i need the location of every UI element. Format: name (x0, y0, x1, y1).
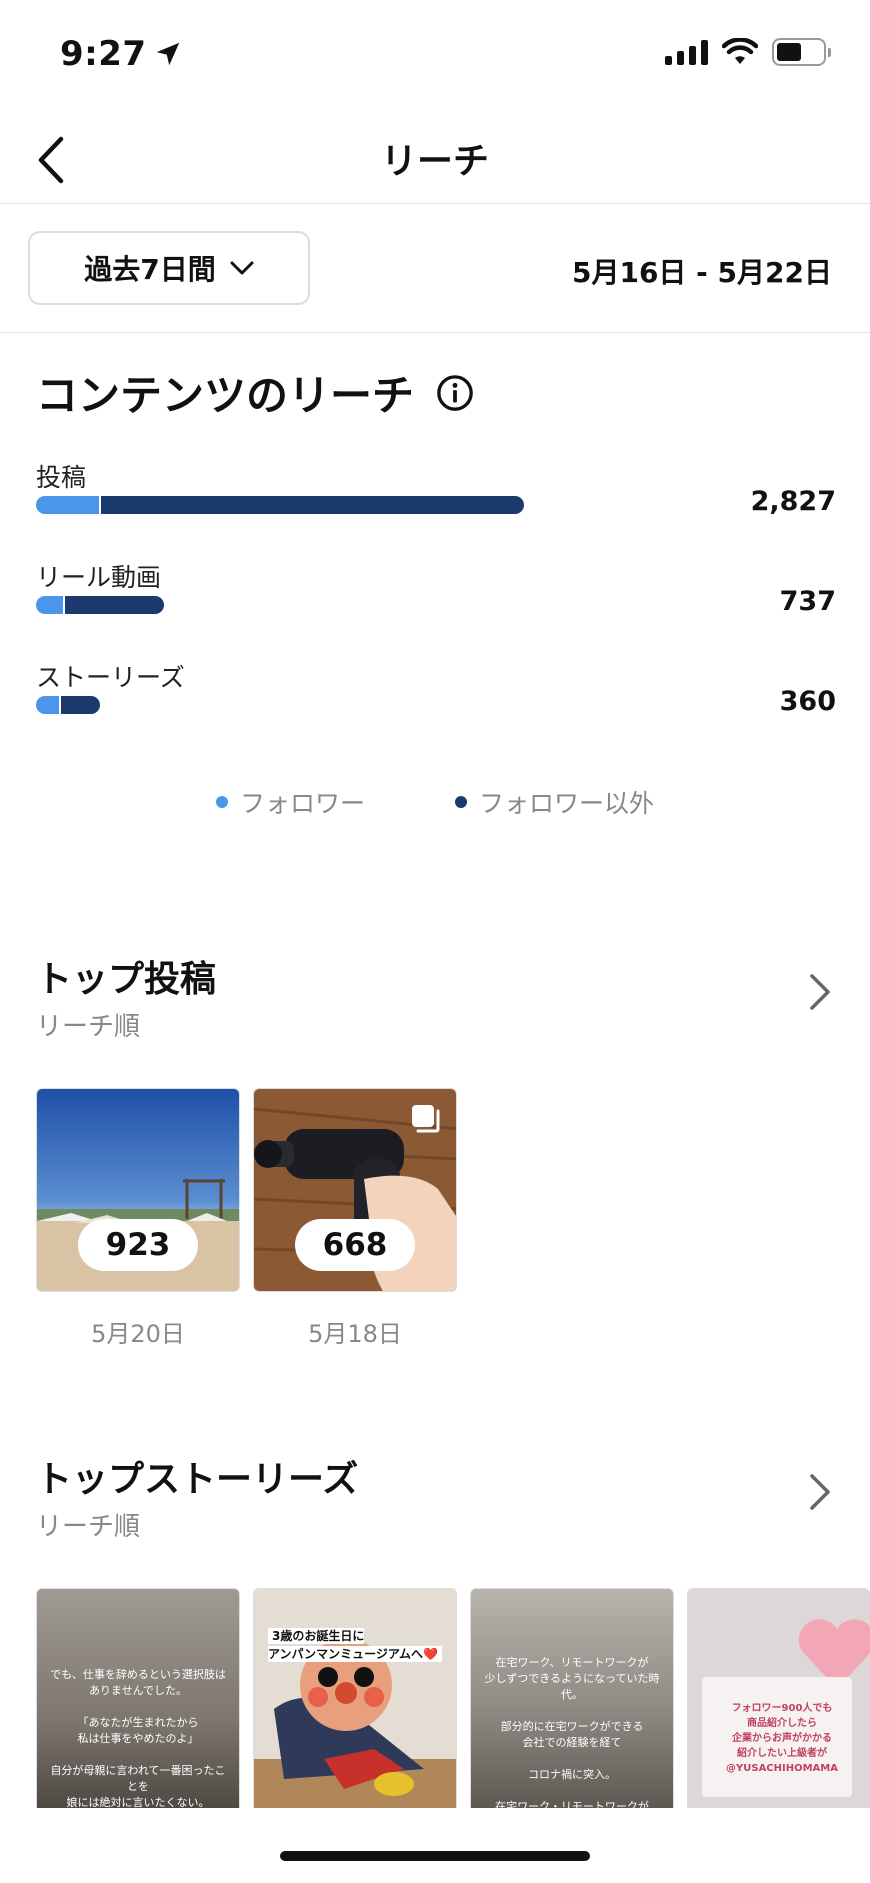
reach-bar-followers (36, 696, 59, 714)
cellular-signal-icon (665, 39, 708, 65)
reach-bar-followers (36, 596, 63, 614)
home-indicator (280, 1851, 590, 1861)
top-story-thumbnail[interactable]: フォロワー900人でも 商品紹介したら 企業からお声がかかる 紹介したい上級者が… (687, 1588, 870, 1808)
reach-legend: フォロワー フォロワー以外 (0, 784, 870, 820)
reach-bar (36, 696, 100, 714)
status-time: 9:27 (60, 34, 183, 74)
reach-value: 360 (779, 686, 836, 717)
status-icons (665, 38, 831, 66)
top-stories-subtitle: リーチ順 (36, 1512, 141, 1542)
story-text: フォロワー900人でも 商品紹介したら 企業からお声がかかる 紹介したい上級者が… (726, 1703, 838, 1774)
reach-bar-non-followers (61, 696, 100, 714)
wifi-icon (722, 38, 758, 64)
top-post-thumbnail[interactable]: 668 (253, 1088, 457, 1292)
top-stories-header[interactable]: トップストーリーズ リーチ順 (36, 1450, 836, 1542)
battery-icon (772, 38, 831, 66)
reach-row-posts[interactable]: 投稿 2,827 (36, 458, 836, 538)
reach-row-reels[interactable]: リール動画 737 (36, 558, 836, 638)
top-posts-header[interactable]: トップ投稿 リーチ順 (36, 950, 836, 1042)
reach-label: 投稿 (36, 463, 87, 492)
top-post-thumbnail[interactable]: 923 (36, 1088, 240, 1292)
reach-value: 737 (779, 586, 836, 617)
reach-bar-non-followers (101, 496, 524, 514)
chevron-down-icon (230, 261, 254, 275)
legend-item-followers: フォロワー (215, 784, 365, 820)
top-story-thumbnail[interactable]: 在宅ワーク、リモートワークが 少しずつできるようになっていた時代。 部分的に在宅… (470, 1588, 674, 1808)
page-title: リーチ (380, 141, 489, 182)
reach-bar-followers (36, 496, 99, 514)
top-posts-subtitle: リーチ順 (36, 1012, 141, 1042)
legend-label: フォロワー以外 (479, 789, 655, 818)
story-text: 在宅ワーク、リモートワークが 少しずつできるようになっていた時代。 部分的に在宅… (484, 1656, 660, 1808)
date-range-row: 過去7日間 5月16日 - 5月22日 (0, 205, 870, 333)
story-text: でも、仕事を辞めるという選択肢は ありませんでした。 「あなたが生まれたから 私… (50, 1668, 226, 1808)
reach-label: リール動画 (36, 563, 162, 592)
reach-count-badge: 923 (78, 1219, 198, 1271)
reach-bar (36, 596, 164, 614)
info-icon[interactable] (436, 374, 474, 412)
carousel-multiple-icon (412, 1105, 440, 1133)
top-post-date: 5月20日 (91, 1320, 185, 1348)
date-range-selected: 過去7日間 (84, 253, 216, 286)
legend-dot-non-followers (455, 796, 467, 808)
top-posts-title: トップ投稿 (36, 959, 217, 1000)
legend-dot-followers (215, 796, 228, 808)
location-arrow-icon (156, 42, 179, 66)
nav-bar: リーチ (0, 110, 870, 204)
status-time-text: 9:27 (60, 34, 147, 74)
reach-bar-non-followers (65, 596, 164, 614)
chevron-right-icon (810, 974, 830, 1010)
reach-row-stories[interactable]: ストーリーズ 360 (36, 658, 836, 738)
date-range-text: 5月16日 - 5月22日 (571, 256, 832, 289)
top-post-date: 5月18日 (308, 1320, 402, 1348)
top-story-thumbnail[interactable]: でも、仕事を辞めるという選択肢は ありませんでした。 「あなたが生まれたから 私… (36, 1588, 240, 1808)
reach-count-badge: 668 (295, 1219, 415, 1271)
legend-item-non-followers: フォロワー以外 (455, 784, 654, 820)
reach-label: ストーリーズ (36, 663, 185, 692)
content-reach-title: コンテンツのリーチ (36, 371, 415, 420)
reach-value: 2,827 (750, 486, 836, 517)
content-reach-section-title: コンテンツのリーチ (36, 362, 474, 423)
story-caption: 3歳のお誕生日に アンパンマンミュージアムへ❤️ (268, 1628, 442, 1662)
reach-bar (36, 496, 524, 514)
top-story-thumbnail[interactable]: 3歳のお誕生日に アンパンマンミュージアムへ❤️ (253, 1588, 457, 1808)
status-bar: 9:27 (0, 0, 870, 110)
chevron-right-icon (810, 1474, 830, 1510)
date-range-dropdown[interactable]: 過去7日間 (28, 231, 310, 305)
story-text: 3歳のお誕生日に アンパンマンミュージアムへ❤️ (268, 1627, 442, 1663)
legend-label: フォロワー (239, 789, 365, 818)
top-stories-title: トップストーリーズ (36, 1459, 359, 1500)
anpanman-photo-image (254, 1589, 456, 1808)
